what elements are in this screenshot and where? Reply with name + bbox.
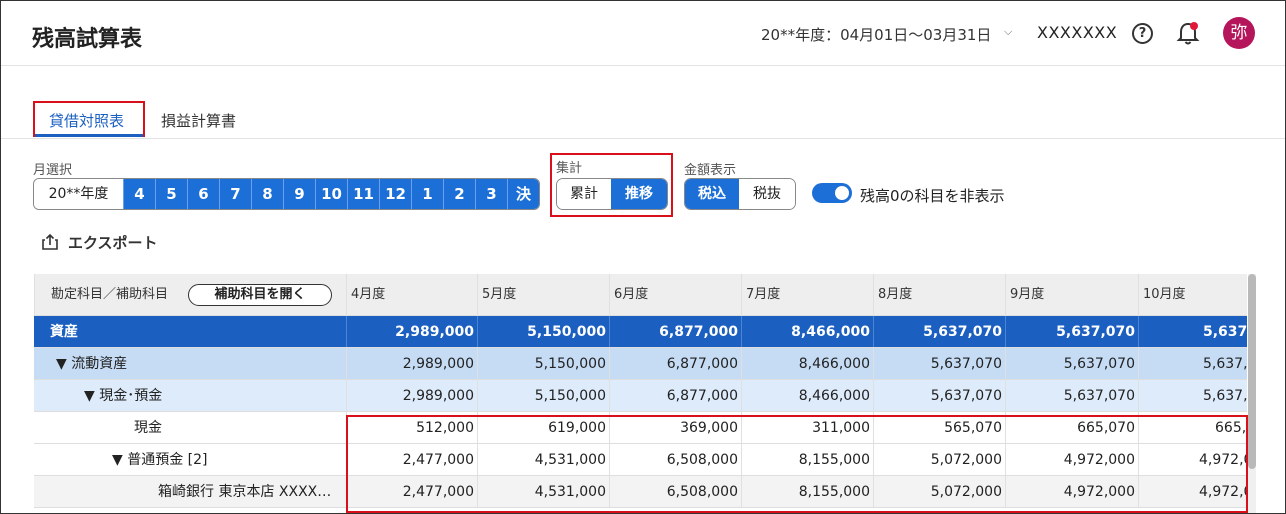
row-value: 6,877,000 (609, 380, 741, 411)
tax-excluded-option[interactable]: 税抜 (739, 179, 795, 209)
month-button[interactable]: 11 (347, 179, 379, 209)
export-icon (42, 233, 58, 250)
open-sub-accounts-button[interactable]: 補助科目を開く (188, 284, 332, 306)
month-year-button[interactable]: 20**年度 (34, 179, 123, 209)
active-tab-indicator (35, 134, 143, 137)
tab-divider (1, 138, 1285, 139)
column-header-month: 7月度 (741, 274, 873, 315)
hide-zero-label: 残高0の科目を非表示 (860, 187, 1005, 205)
table-row[interactable]: ▼ 現金･預金 2,989,000 5,150,000 6,877,000 8,… (34, 380, 1247, 412)
table-header-row: 勘定科目／補助科目 補助科目を開く 4月度 5月度 6月度 7月度 8月度 9月… (34, 274, 1247, 316)
period-selector[interactable]: 20**年度：04月01日〜03月31日 (761, 24, 991, 45)
row-value: 2,989,000 (346, 348, 477, 379)
tab-income-statement[interactable]: 損益計算書 (161, 110, 236, 131)
column-header-month: 5月度 (477, 274, 609, 315)
values-highlight-box (346, 415, 1248, 513)
row-value: 8,466,000 (741, 316, 873, 347)
column-header-month: 4月度 (346, 274, 477, 315)
row-label: 現金 (134, 420, 162, 436)
tab-balance-sheet[interactable]: 貸借対照表 (49, 110, 124, 131)
row-value: 8,466,000 (741, 380, 873, 411)
month-button[interactable]: 9 (283, 179, 315, 209)
export-label: エクスポート (68, 233, 158, 252)
row-label: 資産 (50, 324, 78, 340)
row-value: 5,637,070 (873, 380, 1005, 411)
row-value: 5,637,0 (1138, 380, 1247, 411)
month-select-label: 月選択 (33, 163, 73, 178)
table-row[interactable]: 資産 2,989,000 5,150,000 6,877,000 8,466,0… (34, 316, 1247, 348)
row-value: 5,637,0 (1138, 316, 1247, 347)
row-label[interactable]: ▼ 普通預金 [2] (34, 444, 346, 475)
notification-bell-icon[interactable] (1176, 21, 1200, 47)
account-header-label: 勘定科目／補助科目 (51, 287, 169, 302)
table-row[interactable]: ▼ 流動資産 2,989,000 5,150,000 6,877,000 8,4… (34, 348, 1247, 380)
month-selector: 20**年度 4 5 6 7 8 9 10 11 12 1 2 3 決 (33, 178, 540, 210)
row-value: 2,989,000 (346, 380, 477, 411)
export-button[interactable]: エクスポート (41, 232, 158, 252)
row-value: 6,877,000 (609, 348, 741, 379)
chevron-down-icon[interactable]: ⌵ (1004, 25, 1012, 39)
month-button[interactable]: 5 (155, 179, 187, 209)
aggregation-cumulative-option[interactable]: 累計 (557, 179, 611, 209)
row-label[interactable]: ▼ 現金･預金 (34, 380, 346, 411)
app-window: 残高試算表 20**年度：04月01日〜03月31日 ⌵ XXXXXXX ? 弥… (0, 0, 1286, 514)
row-value: 8,466,000 (741, 348, 873, 379)
row-value: 5,637,070 (873, 316, 1005, 347)
user-name[interactable]: XXXXXXX (1037, 23, 1117, 42)
aggregation-trend-option[interactable]: 推移 (611, 179, 667, 209)
amount-display-toggle: 税込 税抜 (684, 178, 796, 210)
row-value: 5,637,0 (1138, 348, 1247, 379)
aggregation-label: 集計 (556, 161, 583, 176)
row-value: 5,637,070 (1005, 380, 1138, 411)
column-header-month: 10月度 (1138, 274, 1247, 315)
row-value: 5,150,000 (477, 380, 609, 411)
row-value: 5,637,070 (1005, 316, 1138, 347)
column-header-month: 8月度 (873, 274, 1005, 315)
row-value: 2,989,000 (346, 316, 477, 347)
month-button[interactable]: 8 (251, 179, 283, 209)
month-button[interactable]: 決 (507, 179, 539, 209)
month-button[interactable]: 4 (123, 179, 155, 209)
month-button[interactable]: 10 (315, 179, 347, 209)
month-button[interactable]: 3 (475, 179, 507, 209)
header: 残高試算表 20**年度：04月01日〜03月31日 ⌵ XXXXXXX ? 弥 (1, 1, 1285, 66)
row-value: 5,637,070 (1005, 348, 1138, 379)
row-value: 5,150,000 (477, 316, 609, 347)
row-label[interactable]: ▼ 流動資産 (34, 348, 346, 379)
page-title: 残高試算表 (32, 27, 143, 52)
month-button[interactable]: 7 (219, 179, 251, 209)
month-button[interactable]: 2 (443, 179, 475, 209)
hide-zero-toggle[interactable] (812, 183, 852, 203)
avatar[interactable]: 弥 (1223, 17, 1255, 49)
row-value: 5,637,070 (873, 348, 1005, 379)
row-value: 6,877,000 (609, 316, 741, 347)
column-header-month: 6月度 (609, 274, 741, 315)
column-header-month: 9月度 (1005, 274, 1138, 315)
row-value: 5,150,000 (477, 348, 609, 379)
tax-included-option[interactable]: 税込 (685, 179, 739, 209)
month-button[interactable]: 6 (187, 179, 219, 209)
aggregation-toggle: 累計 推移 (556, 178, 668, 210)
help-icon[interactable]: ? (1132, 23, 1153, 44)
scrollbar-thumb[interactable] (1248, 274, 1256, 469)
row-label: 箱崎銀行 東京本店 XXXX… (158, 484, 332, 500)
toggle-knob (835, 186, 849, 200)
month-button[interactable]: 1 (411, 179, 443, 209)
month-button[interactable]: 12 (379, 179, 411, 209)
amount-display-label: 金額表示 (684, 163, 737, 178)
